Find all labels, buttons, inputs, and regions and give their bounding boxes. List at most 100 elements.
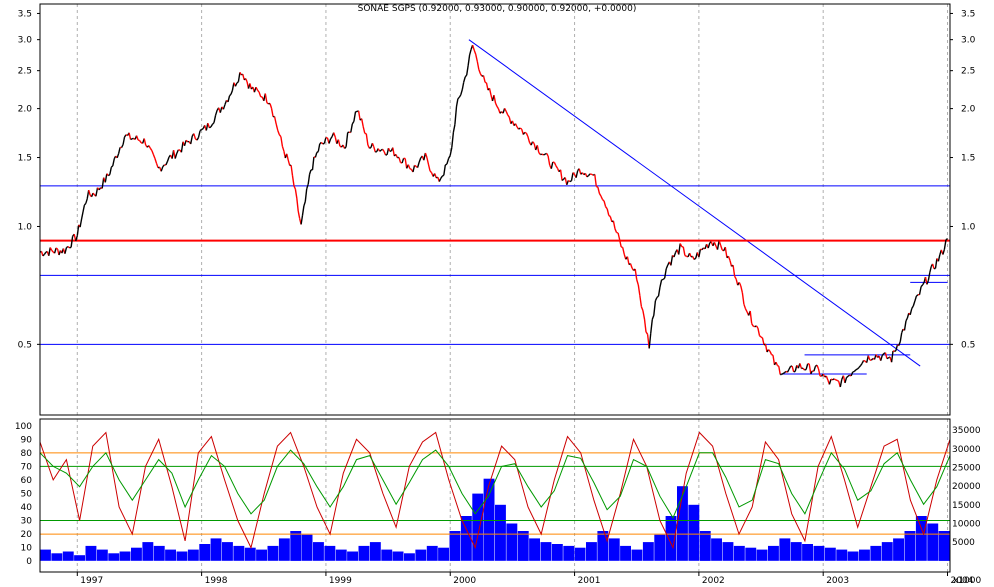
price-segment <box>55 247 59 250</box>
volume-bar <box>915 516 927 561</box>
volume-bar <box>199 544 211 561</box>
volume-bar <box>779 538 791 561</box>
volume-y-label: 25000 <box>952 464 981 474</box>
price-segment <box>835 379 838 382</box>
volume-y-label: 20000 <box>952 482 981 492</box>
volume-bar <box>495 504 506 561</box>
volume-bar <box>369 542 381 561</box>
volume-bar <box>927 523 939 561</box>
price-y-label-right: 3.0 <box>961 36 976 46</box>
volume-bar <box>802 544 813 561</box>
price-y-label-right: 1.0 <box>961 222 976 232</box>
chart-background <box>0 0 994 587</box>
volume-bar <box>756 549 768 561</box>
volume-bar <box>790 542 802 561</box>
price-segment <box>852 370 855 373</box>
price-segment <box>836 379 840 382</box>
volume-bar <box>187 549 199 561</box>
price-y-label-right: 0.5 <box>961 340 975 350</box>
price-segment <box>379 149 382 152</box>
volume-bar <box>335 549 347 561</box>
price-y-label-left: 3.0 <box>18 36 33 46</box>
volume-bar <box>893 538 904 561</box>
price-segment <box>236 81 239 84</box>
volume-bar <box>176 551 188 561</box>
volume-bar <box>938 531 950 561</box>
volume-bar <box>404 553 415 561</box>
volume-bar <box>631 549 643 561</box>
price-segment <box>616 231 619 234</box>
price-segment <box>137 139 140 142</box>
volume-bar <box>517 531 529 561</box>
volume-bar <box>574 547 586 561</box>
price-segment <box>608 214 611 218</box>
chart-title: SONAE SGPS (0.92000, 0.93000, 0.90000, 0… <box>358 4 637 14</box>
x-tick-label: 1997 <box>80 576 103 586</box>
x-tick-label: 1998 <box>205 576 228 586</box>
volume-bar <box>620 545 631 561</box>
volume-bar <box>722 542 734 561</box>
price-segment <box>524 131 527 134</box>
volume-bar <box>449 531 461 561</box>
oscillator-y-label: 80 <box>21 449 33 459</box>
price-segment <box>541 153 544 156</box>
price-segment <box>569 180 572 183</box>
price-segment <box>543 153 546 156</box>
volume-bar <box>74 555 85 561</box>
price-segment <box>586 175 589 178</box>
volume-bar <box>551 544 563 561</box>
price-segment <box>777 364 780 367</box>
price-segment <box>316 150 319 154</box>
price-segment <box>833 378 836 381</box>
volume-bar <box>222 542 233 561</box>
price-y-label-left: 1.0 <box>18 222 33 232</box>
volume-bar <box>210 538 222 561</box>
oscillator-y-label: 0 <box>26 557 32 567</box>
volume-bar <box>256 549 267 561</box>
volume-bar <box>881 542 893 561</box>
volume-bar <box>859 549 870 561</box>
price-y-label-right: 1.5 <box>961 154 975 164</box>
volume-bar <box>483 478 495 561</box>
oscillator-y-label: 10 <box>21 544 33 554</box>
price-segment <box>760 336 763 339</box>
volume-bar <box>415 549 427 561</box>
price-segment <box>69 246 72 249</box>
volume-bar <box>267 545 279 561</box>
price-y-label-left: 0.5 <box>18 340 32 350</box>
oscillator-y-label: 100 <box>15 422 32 432</box>
price-y-label-left: 2.0 <box>18 105 33 115</box>
price-segment <box>484 81 487 84</box>
x-tick-label: 2000 <box>453 576 476 586</box>
stock-chart: SONAE SGPS (0.92000, 0.93000, 0.90000, 0… <box>0 0 994 587</box>
price-segment <box>781 372 784 376</box>
x-tick-label: 2002 <box>702 576 725 586</box>
volume-bar <box>677 486 688 561</box>
price-segment <box>130 138 133 141</box>
price-segment <box>199 128 203 132</box>
oscillator-y-label: 90 <box>21 435 33 445</box>
oscillator-y-label: 50 <box>21 489 33 499</box>
volume-bar <box>131 547 142 561</box>
oscillator-y-label: 70 <box>21 462 33 472</box>
price-segment <box>759 335 762 338</box>
volume-bar <box>540 542 552 561</box>
volume-bar <box>119 551 131 561</box>
volume-bar <box>506 523 518 561</box>
volume-bar <box>745 547 757 561</box>
price-segment <box>444 163 448 166</box>
price-segment <box>771 353 774 356</box>
price-segment <box>441 174 445 177</box>
price-segment <box>322 142 325 145</box>
price-segment <box>784 370 787 374</box>
price-segment <box>894 350 897 352</box>
volume-bar <box>426 545 438 561</box>
oscillator-y-label: 20 <box>21 530 33 540</box>
volume-bar <box>358 545 370 561</box>
price-y-label-right: 2.0 <box>961 105 976 115</box>
volume-bar <box>870 545 882 561</box>
volume-y-label: 10000 <box>952 519 981 529</box>
x-tick-label: 1999 <box>329 576 352 586</box>
volume-bar <box>472 493 484 561</box>
volume-bar <box>768 545 779 561</box>
